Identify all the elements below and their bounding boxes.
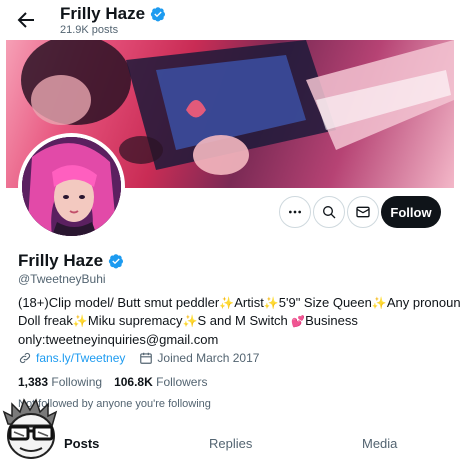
bio-text: (18+)Clip model/ Butt smut peddler <box>18 295 220 310</box>
profile-link-text[interactable]: fans.ly/Tweetney <box>36 351 125 365</box>
header-posts-count: 21.9K posts <box>60 24 119 36</box>
link-icon <box>19 352 31 364</box>
followers-stat[interactable]: 106.8K Followers <box>114 375 207 389</box>
joined-date-text: Joined March 2017 <box>157 351 260 365</box>
more-dots-icon <box>289 210 301 214</box>
profile-name-text: Frilly Haze <box>18 251 104 270</box>
bio-text: Doll freak <box>18 313 73 328</box>
profile-link[interactable]: fans.ly/Tweetney <box>18 351 125 365</box>
bio-text: Miku supremacy <box>87 313 183 328</box>
search-icon <box>323 206 336 219</box>
following-label: Following <box>51 375 103 389</box>
message-button[interactable] <box>347 196 379 228</box>
profile-bio: (18+)Clip model/ Butt smut peddler✨Artis… <box>18 294 460 348</box>
tab-posts[interactable]: Posts <box>64 436 99 451</box>
bio-text: Artist <box>234 295 264 310</box>
verified-badge-icon <box>150 7 166 22</box>
following-stat[interactable]: 1,383 Following <box>18 375 102 389</box>
follow-button[interactable]: Follow <box>381 196 441 228</box>
profile-avatar[interactable] <box>18 133 125 240</box>
bio-text: 5'9" Size Queen <box>278 295 372 310</box>
tab-media[interactable]: Media <box>362 436 397 451</box>
more-options-button[interactable] <box>279 196 311 228</box>
header-name-text: Frilly Haze <box>60 4 146 23</box>
bio-text: S and M Switch <box>197 313 288 328</box>
followers-label: Followers <box>156 375 208 389</box>
tab-replies[interactable]: Replies <box>209 436 252 451</box>
search-posts-button[interactable] <box>313 196 345 228</box>
sparkle-emoji-icon: ✨ <box>219 296 235 310</box>
profile-display-name: Frilly Haze <box>18 251 124 271</box>
sparkle-emoji-icon: ✨ <box>182 314 198 328</box>
profile-tabs: Posts Replies Media <box>0 430 460 460</box>
bio-line-3: only:tweetneyinquiries@gmail.com <box>18 332 219 347</box>
sparkle-emoji-icon: ✨ <box>263 296 279 310</box>
following-count: 1,383 <box>18 375 49 389</box>
back-arrow-icon[interactable] <box>14 8 38 32</box>
followers-count: 106.8K <box>114 375 153 389</box>
two-hearts-emoji-icon: 💕 <box>291 316 306 328</box>
bio-text: Any pronoun <box>386 295 460 310</box>
joined-date: Joined March 2017 <box>139 351 259 365</box>
profile-handle: @TweetneyBuhi <box>18 272 106 286</box>
bio-line-2: Doll freak✨Miku supremacy✨S and M Switch… <box>18 312 448 331</box>
header-display-name: Frilly Haze <box>60 4 166 24</box>
verified-badge-icon[interactable] <box>108 253 124 269</box>
top-bar: Frilly Haze 21.9K posts <box>0 0 460 40</box>
follow-stats: 1,383 Following 106.8K Followers <box>18 375 207 389</box>
sparkle-emoji-icon: ✨ <box>72 314 88 328</box>
profile-meta: fans.ly/Tweetney Joined March 2017 <box>18 351 273 365</box>
bio-line-1: (18+)Clip model/ Butt smut peddler✨Artis… <box>18 294 460 312</box>
sparkle-emoji-icon: ✨ <box>371 296 387 310</box>
calendar-icon <box>140 352 153 364</box>
envelope-icon <box>356 206 370 218</box>
bio-text: Business <box>305 313 358 328</box>
